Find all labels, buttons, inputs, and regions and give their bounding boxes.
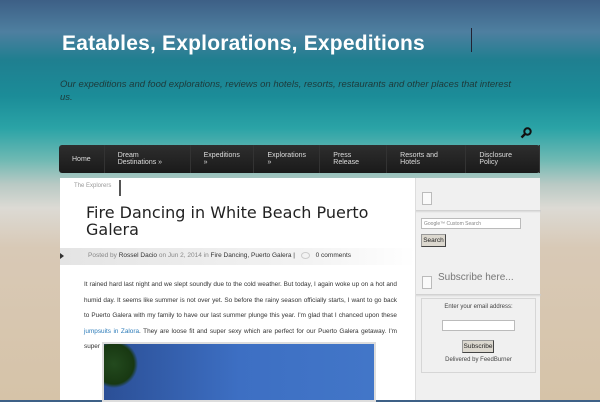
subscribe-button[interactable]: Subscribe [462, 340, 494, 353]
body-text: It rained hard last night and we slept s… [84, 281, 397, 319]
email-input[interactable] [442, 320, 515, 331]
nav-resorts-hotels[interactable]: Resorts and Hotels [387, 145, 467, 173]
meta-posted-by: Posted by [88, 252, 117, 260]
meta-arrow-icon [60, 253, 64, 259]
meta-comma: , [247, 252, 250, 260]
site-title[interactable]: Eatables, Explorations, Expeditions [62, 32, 425, 56]
meta-date: on Jun 2, 2014 in [158, 252, 209, 260]
nav-explorations[interactable]: Explorations » [254, 145, 321, 173]
meta-category-fire-dancing[interactable]: Fire Dancing [211, 252, 248, 259]
nav-disclosure-policy[interactable]: Disclosure Policy [466, 145, 540, 173]
widget-doc-icon [422, 192, 432, 205]
meta-comments[interactable]: 0 comments [316, 252, 351, 259]
widget-doc-icon [422, 276, 432, 289]
main-nav: Home Dream Destinations » Expeditions » … [59, 145, 540, 173]
google-search-input[interactable]: Google™ Custom Search [421, 218, 521, 229]
search-button[interactable]: Search [421, 234, 446, 247]
meta-author[interactable]: Rossel Dacio [119, 252, 157, 259]
tab-the-explorers[interactable]: The Explorers [62, 180, 121, 196]
post-title[interactable]: Fire Dancing in White Beach Puerto Galer… [86, 204, 386, 238]
nav-home[interactable]: Home [59, 145, 105, 173]
zalora-link[interactable]: jumpsuits in Zalora [84, 328, 139, 335]
email-label: Enter your email address: [444, 304, 513, 310]
divider [471, 28, 472, 52]
search-icon[interactable] [520, 127, 532, 139]
widget-separator [416, 294, 541, 297]
meta-category-puerto-galera[interactable]: Puerto Galera [251, 252, 291, 259]
nav-expeditions[interactable]: Expeditions » [191, 145, 255, 173]
nav-press-release[interactable]: Press Release [320, 145, 388, 173]
nav-dream-destinations[interactable]: Dream Destinations » [105, 145, 191, 173]
subscribe-title: Subscribe here... [438, 272, 514, 283]
widget-separator [416, 210, 541, 213]
delivered-by-feedburner[interactable]: Delivered by FeedBurner [421, 357, 536, 363]
comment-icon [300, 252, 310, 259]
meta-pipe: | [293, 252, 295, 260]
post-meta: Posted by Rossel Dacio on Jun 2, 2014 in… [60, 248, 416, 265]
site-tagline: Our expeditions and food explorations, r… [60, 79, 511, 103]
tree-foliage [104, 344, 140, 400]
post-image [102, 342, 376, 402]
